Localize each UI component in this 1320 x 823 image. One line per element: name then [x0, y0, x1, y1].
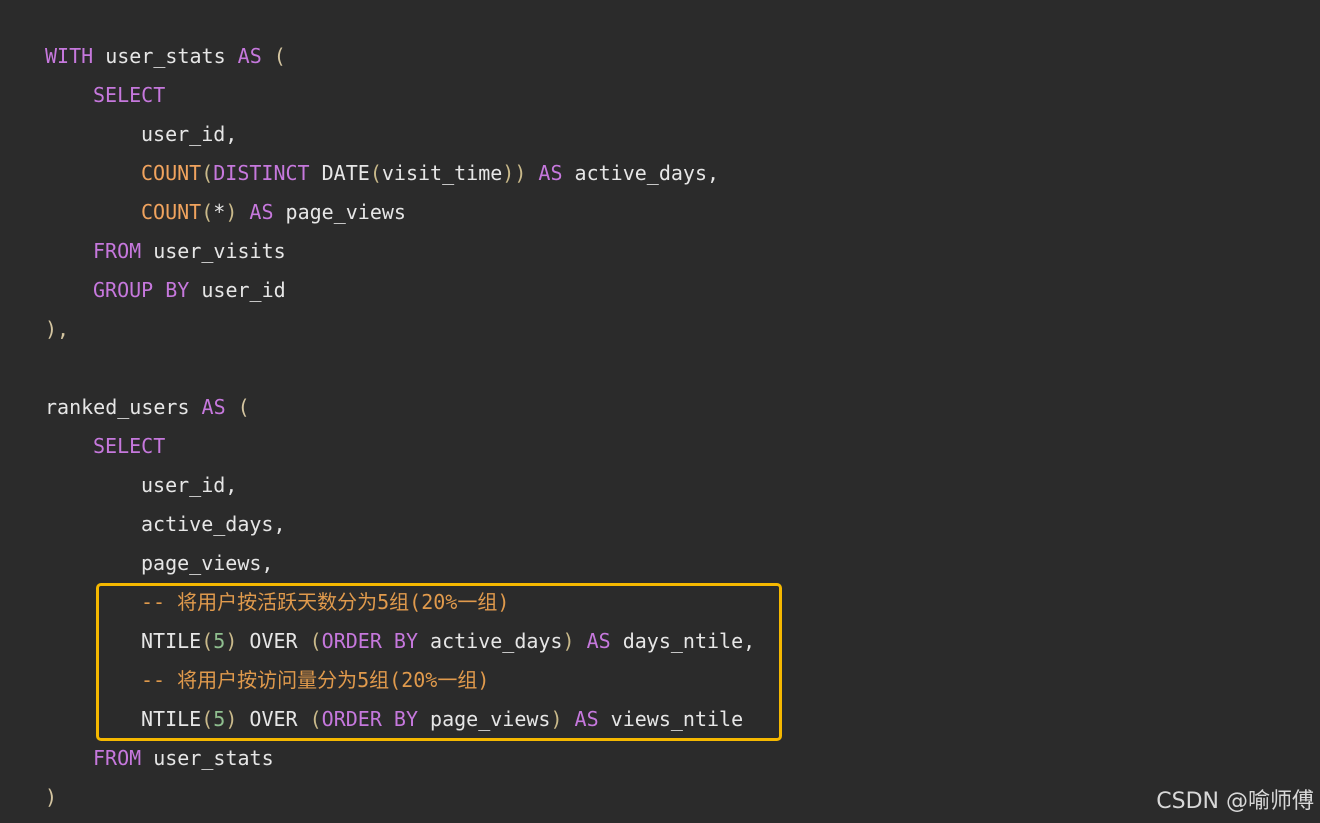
code-line: FROM user_stats [93, 739, 274, 778]
code-token: COUNT [141, 161, 202, 185]
code-token: NTILE [141, 629, 202, 653]
code-token: WITH [45, 44, 94, 68]
code-token: ( [201, 707, 214, 731]
code-token: ( [225, 395, 250, 419]
code-token: OVER [237, 629, 310, 653]
code-token: ( [201, 161, 214, 185]
code-token: user_id, [141, 122, 238, 146]
code-token: ) [225, 707, 238, 731]
code-token: active_days, [141, 512, 286, 536]
code-token: page_views [417, 707, 551, 731]
watermark: CSDN @喻师傅 [1156, 789, 1314, 814]
code-token: SELECT [93, 83, 166, 107]
code-line: ranked_users AS ( [45, 388, 250, 427]
code-token: ( [309, 707, 322, 731]
code-token: user_stats [141, 746, 274, 770]
code-token: active_days, [562, 161, 720, 185]
code-token: AS [538, 161, 563, 185]
code-token: user_visits [141, 239, 286, 263]
code-token: active_days [417, 629, 563, 653]
code-token: FROM [93, 746, 142, 770]
code-token: ORDER BY [321, 707, 418, 731]
code-token: ) [225, 200, 238, 224]
code-line: SELECT [93, 427, 165, 466]
code-line: ) [45, 778, 57, 817]
code-line: WITH user_stats AS ( [45, 37, 286, 76]
code-line: SELECT [93, 76, 165, 115]
code-line: -- 将用户按活跃天数分为5组(20%一组) [141, 583, 509, 622]
code-line: user_id, [141, 466, 237, 505]
code-token: visit_time [381, 161, 503, 185]
code-token: GROUP BY [93, 278, 190, 302]
code-token: user_stats [93, 44, 238, 68]
code-token: COUNT [141, 200, 202, 224]
code-token: AS [237, 44, 262, 68]
code-token: SELECT [93, 434, 166, 458]
code-token: page_views [273, 200, 406, 224]
code-token: page_views, [141, 551, 274, 575]
code-line: COUNT(DISTINCT DATE(visit_time)) AS acti… [141, 154, 719, 193]
code-token: 5 [213, 707, 226, 731]
code-line: page_views, [141, 544, 273, 583]
code-token: 5 [213, 629, 226, 653]
code-token: ) [562, 629, 575, 653]
code-token: ORDER BY [321, 629, 418, 653]
code-token: days_ntile, [610, 629, 756, 653]
code-token: OVER [237, 707, 310, 731]
code-token: ( [201, 629, 214, 653]
code-line: COUNT(*) AS page_views [141, 193, 406, 232]
code-token: ) [45, 785, 58, 809]
code-line: -- 将用户按访问量分为5组(20%一组) [141, 661, 489, 700]
code-line: NTILE(5) OVER (ORDER BY active_days) AS … [141, 622, 755, 661]
code-token: AS [201, 395, 226, 419]
code-token: ( [369, 161, 382, 185]
code-token: ) [225, 629, 238, 653]
code-line: active_days, [141, 505, 286, 544]
code-line: FROM user_visits [93, 232, 286, 271]
code-token: AS [574, 707, 599, 731]
code-token: ( [201, 200, 214, 224]
code-token: ( [309, 629, 322, 653]
code-token: user_id [189, 278, 286, 302]
code-editor: WITH user_stats AS (SELECT user_id, COUNT(… [0, 0, 1320, 823]
code-token: FROM [93, 239, 142, 263]
code-line: NTILE(5) OVER (ORDER BY page_views) AS v… [141, 700, 743, 739]
code-line: GROUP BY user_id [93, 271, 286, 310]
code-token: NTILE [141, 707, 202, 731]
code-token: user_id, [141, 473, 238, 497]
code-line: user_id, [141, 115, 237, 154]
code-token: ) [550, 707, 563, 731]
code-token: DATE [309, 161, 370, 185]
code-token: ( [261, 44, 286, 68]
code-token: -- 将用户按访问量分为5组(20%一组) [141, 668, 490, 692]
code-token: * [213, 200, 226, 224]
code-token: ranked_users [45, 395, 202, 419]
code-token: ), [45, 317, 70, 341]
code-token: )) [502, 161, 527, 185]
code-token: views_ntile [598, 707, 744, 731]
code-line: ), [45, 310, 69, 349]
code-token: AS [249, 200, 274, 224]
code-token: DISTINCT [213, 161, 310, 185]
code-token: -- 将用户按活跃天数分为5组(20%一组) [141, 590, 510, 614]
code-token: AS [586, 629, 611, 653]
